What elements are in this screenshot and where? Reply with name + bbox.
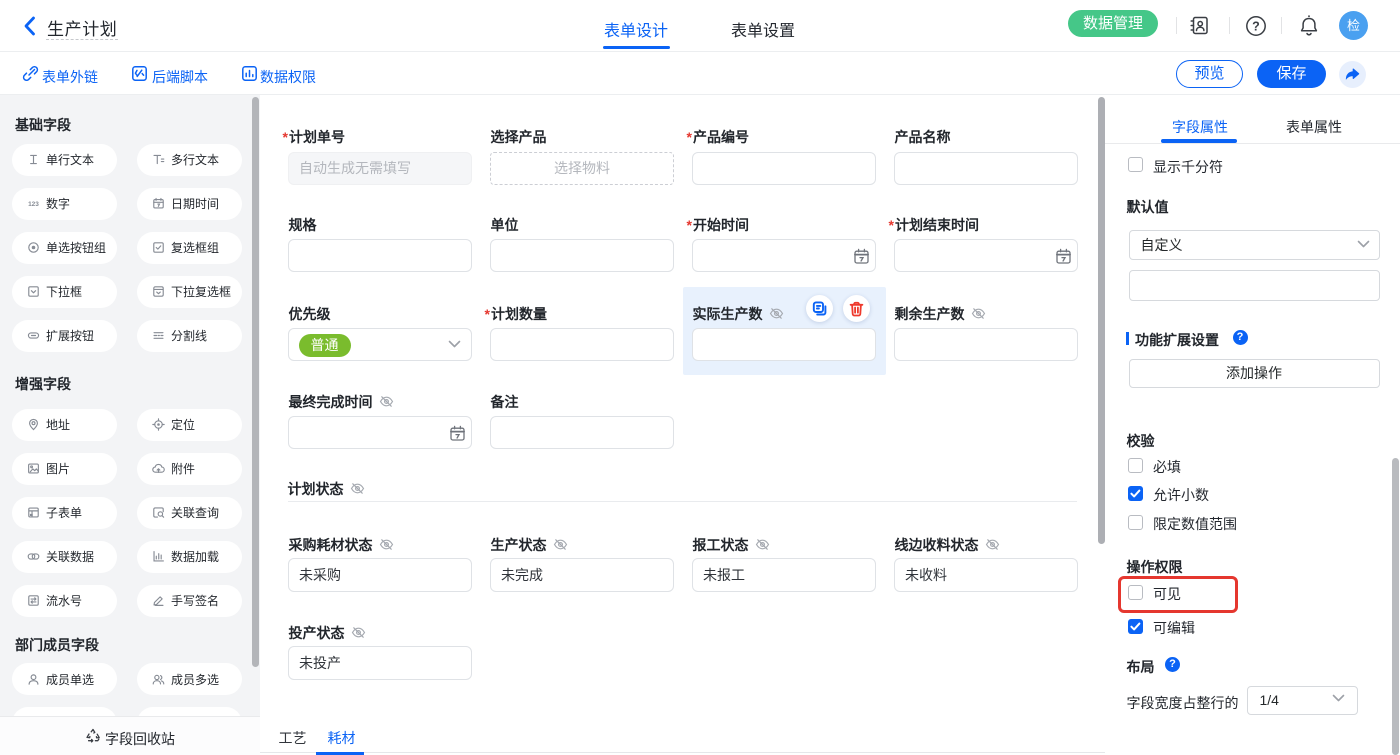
svg-text:123: 123 xyxy=(28,201,39,208)
svg-text:?: ? xyxy=(1252,19,1260,33)
